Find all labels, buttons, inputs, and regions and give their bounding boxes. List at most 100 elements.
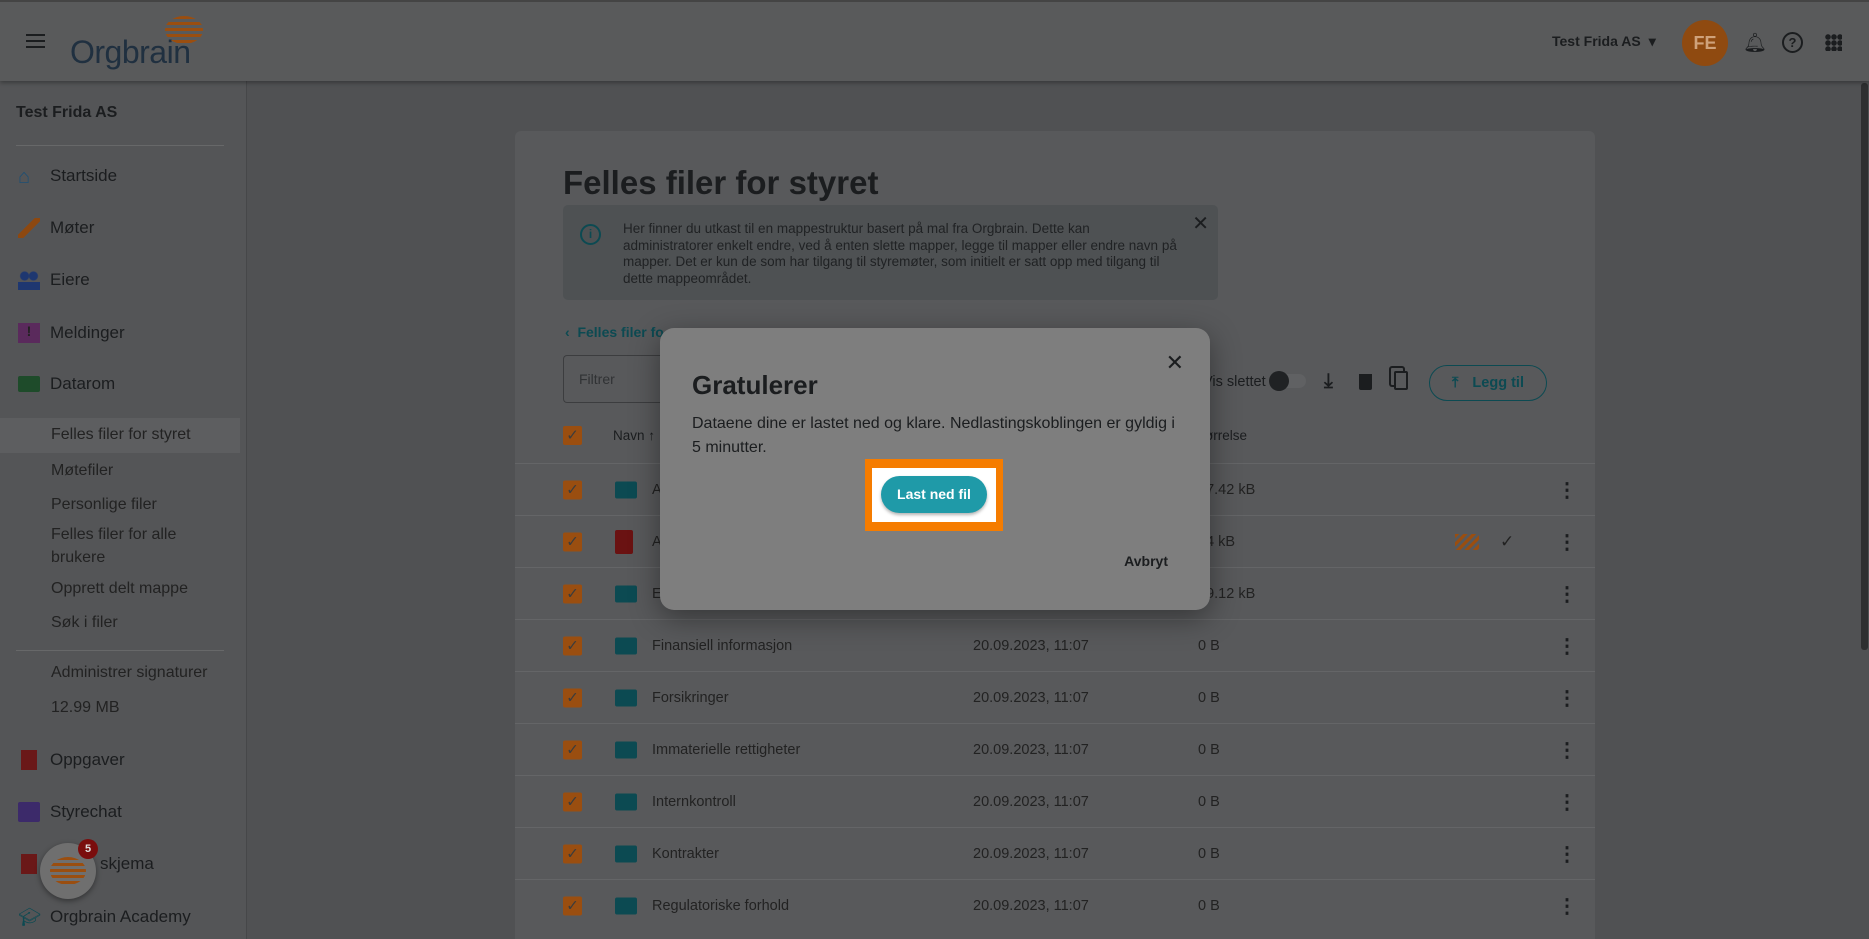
more-options-icon[interactable]: ⋮ xyxy=(1557,841,1577,866)
column-size[interactable]: ørrelse xyxy=(1205,428,1247,443)
label: Oppgaver xyxy=(50,750,125,769)
delete-icon[interactable] xyxy=(1359,374,1372,390)
sidebar-sub-opprett[interactable]: Opprett delt mappe xyxy=(51,580,188,598)
more-options-icon[interactable]: ⋮ xyxy=(1557,581,1577,606)
sidebar-sub-felles-styret[interactable]: Felles filer for styret xyxy=(51,426,191,444)
row-checkbox[interactable]: ✓ xyxy=(563,480,582,499)
success-dialog: ✕ Gratulerer Dataene dine er lastet ned … xyxy=(660,328,1210,610)
row-checkbox[interactable]: ✓ xyxy=(563,740,582,759)
folder-icon xyxy=(615,845,637,862)
table-row[interactable]: ✓ Kontrakter 20.09.2023, 11:07 0 B ⋮ xyxy=(515,827,1595,879)
sidebar-item-styrechat[interactable]: Styrechat xyxy=(18,802,122,822)
folder-icon xyxy=(615,585,637,602)
more-options-icon[interactable]: ⋮ xyxy=(1557,477,1577,502)
notification-badge: 5 xyxy=(78,839,98,859)
folder-icon xyxy=(615,637,637,654)
sidebar-item-academy[interactable]: 🎓︎ Orgbrain Academy xyxy=(18,907,191,927)
more-options-icon[interactable]: ⋮ xyxy=(1557,789,1577,814)
copy-icon[interactable] xyxy=(1394,371,1408,390)
folder-icon xyxy=(615,741,637,758)
avatar[interactable]: FE xyxy=(1682,20,1728,66)
help-icon[interactable]: ? xyxy=(1782,32,1803,53)
table-row[interactable]: ✓ Forsikringer 20.09.2023, 11:07 0 B ⋮ xyxy=(515,671,1595,723)
chat-launcher-button[interactable]: 5 xyxy=(40,839,98,899)
bell-icon[interactable]: 🔔︎ xyxy=(1743,31,1767,55)
more-options-icon[interactable]: ⋮ xyxy=(1557,737,1577,762)
more-options-icon[interactable]: ⋮ xyxy=(1557,893,1577,918)
add-button[interactable]: ⤒ Legg til xyxy=(1429,365,1547,401)
storage-usage: 12.99 MB xyxy=(51,699,120,716)
sidebar-item-eiere[interactable]: Eiere xyxy=(18,270,90,290)
modified-date: 20.09.2023, 11:07 xyxy=(973,845,1089,862)
label: Startside xyxy=(50,166,118,185)
row-checkbox[interactable]: ✓ xyxy=(563,584,582,603)
sidebar-sub-felles-alle[interactable]: Felles filer for alle brukere xyxy=(51,523,201,569)
label: skjema xyxy=(100,854,154,873)
more-options-icon[interactable]: ⋮ xyxy=(1557,633,1577,658)
modified-date: 20.09.2023, 11:07 xyxy=(973,637,1089,654)
company-selector[interactable]: Test Frida AS ▾ xyxy=(1552,33,1656,50)
pdf-icon xyxy=(615,529,633,554)
close-banner-icon[interactable]: ✕ xyxy=(1192,211,1209,236)
sidebar-sub-motefiler[interactable]: Møtefiler xyxy=(51,462,113,480)
file-size: 0 B xyxy=(1198,793,1220,810)
table-row[interactable]: ✓ Internkontroll 20.09.2023, 11:07 0 B ⋮ xyxy=(515,775,1595,827)
row-checkbox[interactable]: ✓ xyxy=(563,792,582,811)
signature-icon[interactable] xyxy=(1455,533,1479,550)
file-size: 0 B xyxy=(1198,689,1220,706)
message-alert-icon: ! xyxy=(18,323,40,343)
row-checkbox[interactable]: ✓ xyxy=(563,688,582,707)
more-options-icon[interactable]: ⋮ xyxy=(1557,529,1577,554)
file-name[interactable]: Forsikringer xyxy=(652,690,729,706)
divider xyxy=(16,650,224,651)
sidebar-sub-personlige[interactable]: Personlige filer xyxy=(51,496,157,514)
label: Møter xyxy=(50,218,95,237)
download-icon[interactable]: ⤓ xyxy=(1324,370,1333,393)
home-icon: ⌂ xyxy=(18,166,31,188)
modified-date: 20.09.2023, 11:07 xyxy=(973,689,1089,706)
file-name[interactable]: Finansiell informasjon xyxy=(652,638,792,654)
show-deleted-label: Vis slettet xyxy=(1203,374,1266,390)
sidebar-item-moter[interactable]: Møter xyxy=(18,218,94,238)
file-size: 0 B xyxy=(1198,845,1220,862)
show-deleted-toggle[interactable] xyxy=(1269,371,1306,391)
close-dialog-icon[interactable]: ✕ xyxy=(1166,350,1184,376)
menu-icon[interactable] xyxy=(26,34,45,48)
table-row[interactable]: ✓ Finansiell informasjon 20.09.2023, 11:… xyxy=(515,619,1595,671)
upload-icon: ⤒ xyxy=(1452,375,1459,391)
sidebar-administrer-signaturer[interactable]: Administrer signaturer xyxy=(51,664,208,682)
scrollbar[interactable] xyxy=(1861,83,1868,650)
more-options-icon[interactable]: ⋮ xyxy=(1557,685,1577,710)
sidebar-item-datarom[interactable]: Datarom xyxy=(18,374,115,394)
table-row[interactable]: ✓ Regulatoriske forhold 20.09.2023, 11:0… xyxy=(515,879,1595,931)
sidebar-sub-sok[interactable]: Søk i filer xyxy=(51,614,118,632)
sidebar-item-oppgaver[interactable]: Oppgaver xyxy=(18,750,125,770)
breadcrumb[interactable]: ‹ Felles filer fo xyxy=(565,324,664,340)
column-name[interactable]: Navn ↑ xyxy=(613,428,655,443)
modified-date: 20.09.2023, 11:07 xyxy=(973,897,1089,914)
caret-down-icon: ▾ xyxy=(1648,33,1656,49)
sidebar-item-startside[interactable]: ⌂ Startside xyxy=(18,166,118,188)
highlight-box: Last ned fil xyxy=(865,459,1003,531)
label: Eiere xyxy=(50,270,90,289)
row-checkbox[interactable]: ✓ xyxy=(563,532,582,551)
label: Styrechat xyxy=(50,802,122,821)
select-all-checkbox[interactable]: ✓ xyxy=(563,426,582,445)
top-bar: Orgbrain Test Frida AS ▾ FE 🔔︎ ? xyxy=(0,0,1869,81)
info-text: Her finner du utkast til en mappestruktu… xyxy=(623,221,1177,286)
label: Datarom xyxy=(50,374,116,393)
apps-grid-icon[interactable] xyxy=(1825,34,1842,51)
file-name[interactable]: Internkontroll xyxy=(652,794,736,810)
table-row[interactable]: ✓ Immaterielle rettigheter 20.09.2023, 1… xyxy=(515,723,1595,775)
file-size: 0 B xyxy=(1198,897,1220,914)
divider xyxy=(16,145,224,146)
download-file-button[interactable]: Last ned fil xyxy=(881,476,987,513)
row-checkbox[interactable]: ✓ xyxy=(563,636,582,655)
sidebar-item-meldinger[interactable]: ! Meldinger xyxy=(18,323,125,343)
cancel-button[interactable]: Avbryt xyxy=(1124,553,1168,569)
file-name[interactable]: Immaterielle rettigheter xyxy=(652,742,800,758)
file-name[interactable]: Kontrakter xyxy=(652,846,719,862)
row-checkbox[interactable]: ✓ xyxy=(563,844,582,863)
file-name[interactable]: Regulatoriske forhold xyxy=(652,898,789,914)
row-checkbox[interactable]: ✓ xyxy=(563,896,582,915)
